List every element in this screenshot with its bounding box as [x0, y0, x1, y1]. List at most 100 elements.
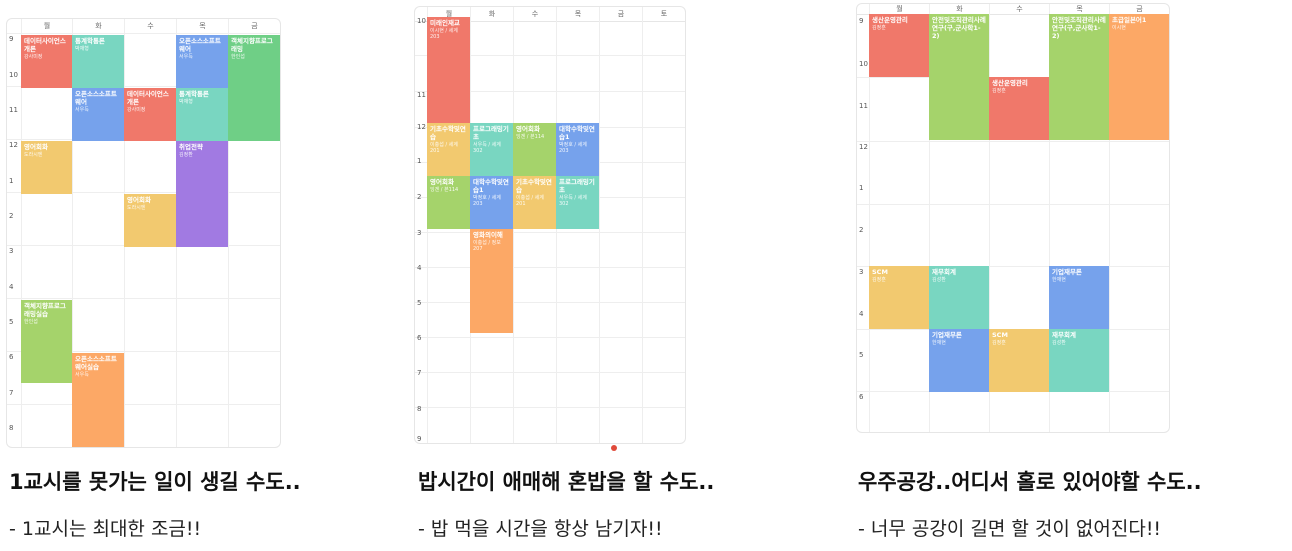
class-block[interactable]: 대학수학및연습1 박정호 / 세계203	[470, 176, 513, 229]
class-info: 서우득 / 세계302	[559, 195, 587, 207]
class-block[interactable]: 안전및조직관리사례연구(구,군사학1-2)	[1049, 14, 1109, 140]
class-block[interactable]: 데이터사이언스개론 강사미정	[21, 35, 72, 88]
day-label: 수	[124, 19, 176, 33]
class-info: 박재형	[75, 46, 89, 52]
class-block[interactable]: 프로그래밍기초 서우득 / 세계302	[470, 123, 513, 176]
class-info: 이충섭 / 세계201	[430, 142, 458, 154]
class-title: 안전및조직관리사례연구(구,군사학1-2)	[1052, 16, 1106, 40]
class-info: 박정호 / 세계203	[473, 195, 501, 207]
period-label: 12	[9, 141, 18, 149]
class-info: 강사미정	[127, 107, 146, 113]
day-label: 목	[1049, 4, 1109, 14]
class-block[interactable]: SCM 김정훈	[989, 329, 1049, 392]
period-label: 4	[9, 283, 14, 291]
class-title: 대학수학및연습1	[559, 125, 595, 141]
class-title: 프로그래밍기초	[473, 125, 509, 141]
class-block[interactable]: 기초수학및연습 이충섭 / 세계201	[513, 176, 556, 229]
class-block[interactable]: 영어회화 잉겐 / 본114	[513, 123, 556, 176]
class-info: 김성환	[1052, 340, 1066, 346]
class-block[interactable]: 영어회화 도라시엔	[21, 141, 72, 194]
class-block[interactable]: 객체지향프로그래밍 한인섭	[228, 35, 280, 141]
class-block[interactable]: 취업전략 김정환	[176, 141, 228, 247]
class-info: 서우득 / 세계302	[473, 142, 501, 154]
period-label: 11	[417, 91, 426, 99]
day-header: 월 화 수 목 금	[7, 19, 280, 34]
period-label: 7	[417, 369, 422, 377]
class-block[interactable]: 오픈소스소프트웨어 서우득	[176, 35, 228, 88]
day-label: 목	[556, 7, 599, 21]
class-info: 한인섭	[24, 319, 38, 325]
period-label: 12	[859, 143, 868, 151]
class-title: 미래인재교	[430, 19, 460, 27]
class-info: 박정호 / 세계203	[559, 142, 587, 154]
class-title: 기초수학및연습	[516, 178, 552, 194]
period-label: 12	[417, 123, 426, 131]
class-info: 이시현	[1112, 25, 1126, 31]
class-block[interactable]: 초급일본어1 이시현	[1109, 14, 1169, 140]
class-title: 취업전략	[179, 143, 203, 151]
class-info: 서우득	[179, 54, 193, 60]
class-title: 기업재무론	[932, 331, 962, 339]
class-info: 김정환	[179, 152, 193, 158]
class-title: 대학수학및연습1	[473, 178, 509, 194]
day-label: 금	[1109, 4, 1169, 14]
period-label: 5	[9, 318, 14, 326]
period-label: 11	[859, 102, 868, 110]
class-block[interactable]: 오픈소스소프트웨어 서우득	[72, 88, 124, 141]
class-block[interactable]: 기업재무론 한재현	[1049, 266, 1109, 329]
timetable-2: 월 화 수 목 금 토 10 11 12 1 2 3 4 5 6 7 8 9 미…	[414, 6, 686, 444]
period-label: 6	[859, 393, 864, 401]
class-block[interactable]: 객체지향프로그래밍실습 한인섭	[21, 300, 72, 383]
class-block[interactable]: 기업재무론 한재현	[929, 329, 989, 392]
class-info: 강사미정	[24, 54, 43, 60]
class-block[interactable]: 대학수학및연습1 박정호 / 세계203	[556, 123, 599, 176]
period-label: 9	[417, 435, 422, 443]
class-block[interactable]: 영어회화 도라시엔	[124, 194, 176, 247]
class-info: 한재현	[1052, 277, 1066, 283]
period-label: 7	[9, 389, 14, 397]
class-title: 데이터사이언스개론	[24, 37, 66, 53]
class-block[interactable]: 데이터사이언스개론 강사미정	[124, 88, 176, 141]
class-info: 김정훈	[872, 25, 886, 31]
class-block[interactable]: 미래인재교 이시현 / 세계203	[427, 17, 470, 123]
class-info: 서우득	[75, 372, 89, 378]
class-info: 서우득	[75, 107, 89, 113]
class-block[interactable]: 오픈소스소프트웨어실습 서우득	[72, 353, 124, 447]
caption-tip: - 1교시는 최대한 조금!!	[9, 518, 202, 540]
class-title: 재무회계	[932, 268, 956, 276]
class-block[interactable]: 재무회계 김성환	[929, 266, 989, 329]
day-label: 수	[989, 4, 1049, 14]
class-block[interactable]: 통계학통론 박재형	[176, 88, 228, 141]
class-block[interactable]: 재무회계 김성환	[1049, 329, 1109, 392]
period-label: 9	[859, 17, 864, 25]
class-block[interactable]: SCM 김정훈	[869, 266, 929, 329]
class-block[interactable]: 영어회화 잉겐 / 본114	[427, 176, 470, 229]
class-title: 객체지향프로그래밍실습	[24, 302, 66, 318]
class-title: 안전및조직관리사례연구(구,군사학1-2)	[932, 16, 986, 40]
class-title: 생산운영관리	[992, 79, 1028, 87]
period-label: 2	[859, 226, 864, 234]
caption-tip: - 밥 먹을 시간을 항상 남기자!!	[418, 518, 663, 540]
period-label: 3	[417, 229, 422, 237]
caption-title: 밥시간이 애매해 혼밥을 할 수도..	[418, 470, 715, 494]
class-title: 객체지향프로그래밍	[231, 37, 273, 53]
class-block[interactable]: 생산운영관리 김정훈	[989, 77, 1049, 140]
class-info: 이충섭 / 세계201	[516, 195, 544, 207]
class-block[interactable]: 통계학통론 박재형	[72, 35, 124, 88]
day-label: 화	[929, 4, 989, 14]
class-block[interactable]: 안전및조직관리사례연구(구,군사학1-2)	[929, 14, 989, 140]
day-label: 월	[869, 4, 929, 14]
day-label: 화	[72, 19, 124, 33]
period-label: 5	[859, 351, 864, 359]
class-block[interactable]: 영화의이해 이충섭 / 정보207	[470, 229, 513, 333]
timetable-1: 월 화 수 목 금 9 10 11 12 1 2 3 4 5 6 7 8 데이터…	[6, 18, 281, 448]
class-block[interactable]: 프로그래밍기초 서우득 / 세계302	[556, 176, 599, 229]
class-block[interactable]: 기초수학및연습 이충섭 / 세계201	[427, 123, 470, 176]
period-label: 11	[9, 106, 18, 114]
period-label: 3	[9, 247, 14, 255]
class-title: 기초수학및연습	[430, 125, 466, 141]
period-label: 1	[9, 177, 14, 185]
caption-title: 1교시를 못가는 일이 생길 수도..	[9, 470, 301, 494]
caption-tip: - 너무 공강이 길면 할 것이 없어진다!!	[858, 518, 1162, 540]
class-block[interactable]: 생산운영관리 김정훈	[869, 14, 929, 77]
